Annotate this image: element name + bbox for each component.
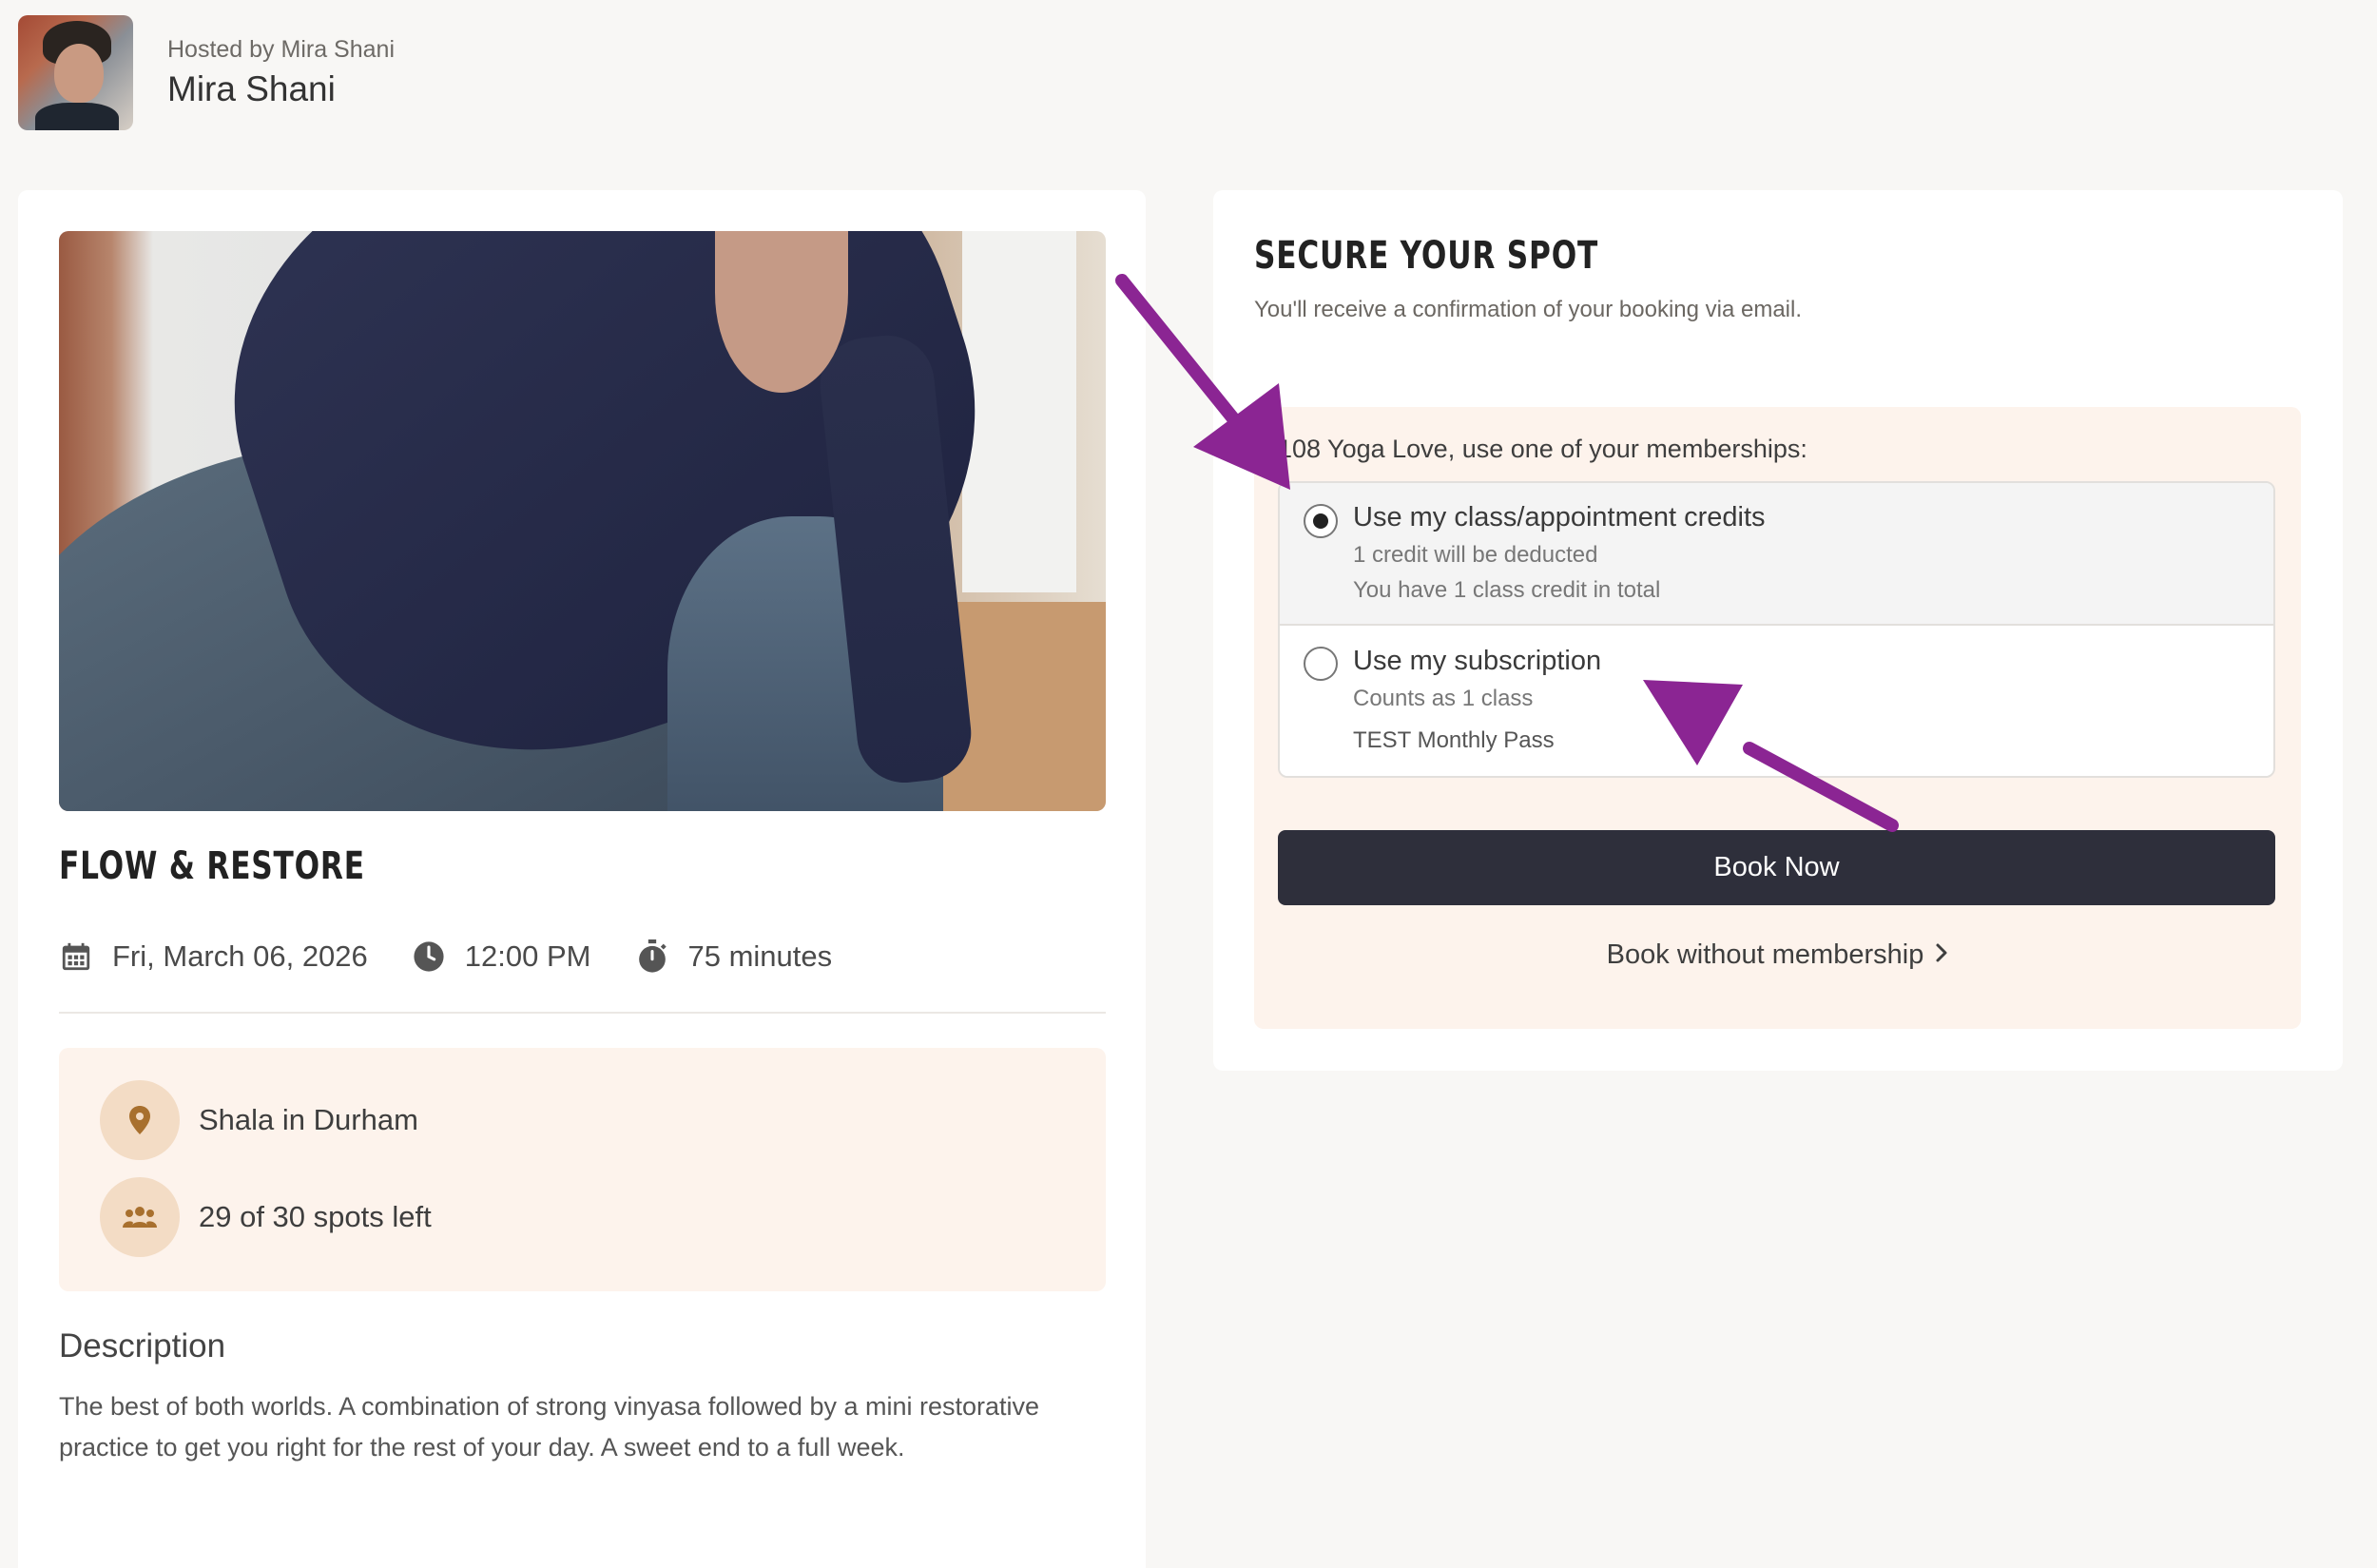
host-avatar[interactable]	[18, 15, 133, 130]
booking-subtitle: You'll receive a confirmation of your bo…	[1254, 297, 1802, 322]
class-time-text: 12:00 PM	[464, 939, 591, 973]
spots-row: 29 of 30 spots left	[100, 1177, 432, 1257]
chevron-right-icon	[1935, 940, 1948, 970]
divider	[59, 1012, 1106, 1014]
option-subscription-title: Use my subscription	[1353, 646, 1602, 676]
membership-box: 108 Yoga Love, use one of your membershi…	[1254, 407, 2301, 1029]
location-row: Shala in Durham	[100, 1080, 418, 1160]
option-credits[interactable]: Use my class/appointment credits 1 credi…	[1280, 483, 2273, 626]
booking-title: SECURE YOUR SPOT	[1254, 234, 1599, 278]
class-meta: Fri, March 06, 2026 12:00 PM 75 minutes	[59, 939, 876, 974]
option-subscription-line1: Counts as 1 class	[1353, 686, 1534, 711]
host-subtitle: Hosted by Mira Shani	[167, 36, 396, 63]
class-duration: 75 minutes	[635, 939, 833, 974]
class-photo	[59, 231, 1106, 811]
spots-text: 29 of 30 spots left	[199, 1200, 432, 1233]
class-info-box: Shala in Durham 29 of 30 spots left	[59, 1048, 1106, 1291]
class-date: Fri, March 06, 2026	[59, 939, 368, 974]
map-pin-icon	[100, 1080, 180, 1160]
class-title: FLOW & RESTORE	[59, 844, 365, 888]
host-info: Hosted by Mira Shani Mira Shani	[167, 36, 395, 109]
option-subscription-line2: TEST Monthly Pass	[1353, 727, 1555, 753]
book-now-button[interactable]: Book Now	[1278, 830, 2275, 905]
option-credits-line1: 1 credit will be deducted	[1353, 542, 1598, 568]
clock-icon	[412, 939, 446, 974]
description-text: The best of both worlds. A combination o…	[59, 1392, 1040, 1462]
stopwatch-icon	[635, 939, 669, 974]
radio-subscription[interactable]	[1304, 647, 1338, 681]
membership-label: 108 Yoga Love, use one of your membershi…	[1278, 435, 1807, 463]
option-subscription[interactable]: Use my subscription Counts as 1 class TE…	[1280, 628, 2273, 776]
book-without-membership-link[interactable]: Book without membership	[1254, 939, 2301, 971]
location-text[interactable]: Shala in Durham	[199, 1103, 418, 1137]
booking-card: SECURE YOUR SPOT You'll receive a confir…	[1213, 190, 2343, 1071]
book-without-membership-label[interactable]: Book without membership	[1607, 939, 1924, 970]
class-details-card: FLOW & RESTORE Fri, March 06, 2026 12:00…	[18, 190, 1146, 1568]
class-time: 12:00 PM	[412, 939, 591, 974]
option-credits-title: Use my class/appointment credits	[1353, 502, 1766, 532]
description-title: Description	[59, 1327, 226, 1365]
class-date-text: Fri, March 06, 2026	[112, 939, 368, 973]
option-credits-line2: You have 1 class credit in total	[1353, 577, 1661, 603]
host-name[interactable]: Mira Shani	[167, 69, 395, 109]
class-duration-text: 75 minutes	[687, 939, 833, 973]
users-icon	[100, 1177, 180, 1257]
host-header: Hosted by Mira Shani Mira Shani	[18, 15, 395, 130]
radio-credits[interactable]	[1304, 504, 1338, 538]
calendar-icon	[59, 939, 93, 974]
membership-options: Use my class/appointment credits 1 credi…	[1278, 481, 2275, 778]
